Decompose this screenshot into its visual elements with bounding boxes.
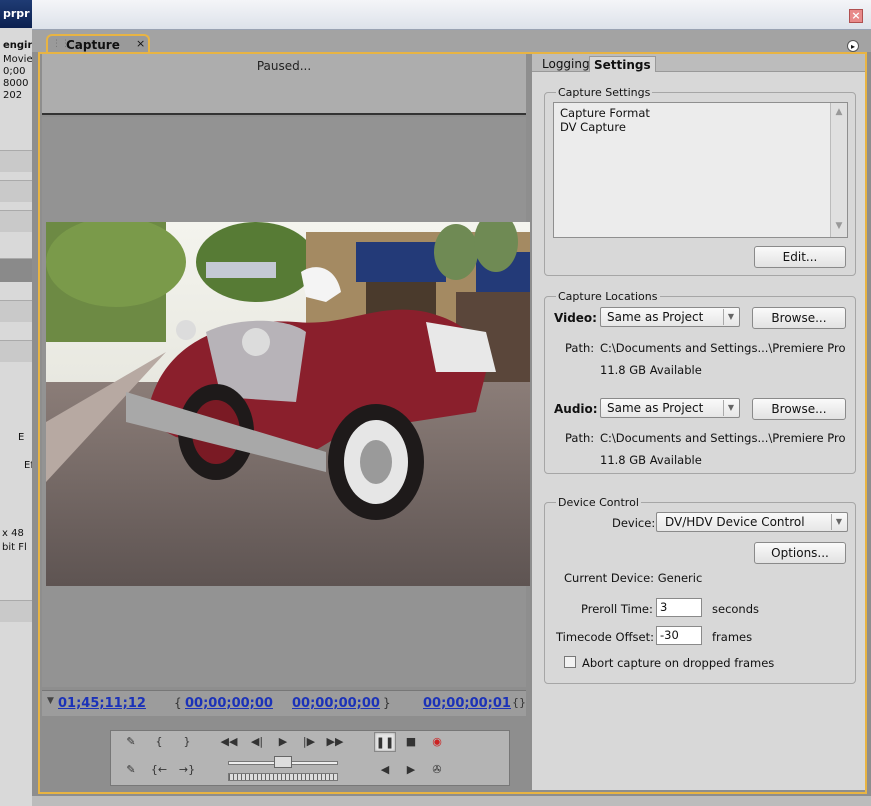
capture-locations-title: Capture Locations	[556, 290, 660, 303]
monitor-status-bar: Paused...	[42, 54, 526, 115]
pause-icon[interactable]: ❚❚	[374, 732, 396, 752]
in-point-timecode[interactable]: 00;00;00;00	[185, 696, 273, 711]
chevron-down-icon: ▼	[831, 514, 846, 530]
bg-line: 8000	[3, 78, 29, 89]
bg-line: bit Fl	[2, 542, 27, 553]
shuttle-handle[interactable]	[274, 756, 292, 768]
timecode-offset-unit: frames	[712, 630, 753, 644]
duration-icon: {}	[512, 696, 526, 709]
stop-icon[interactable]: ■	[400, 732, 422, 752]
video-browse-button[interactable]: Browse...	[752, 307, 846, 329]
audio-location-value: Same as Project	[607, 401, 704, 415]
fast-forward-icon[interactable]: ▶▶	[324, 732, 346, 752]
go-to-in-point-icon[interactable]: {←	[148, 760, 170, 780]
bg-line: 0;00	[3, 66, 26, 77]
duration-timecode[interactable]: 00;00;00;01	[423, 696, 511, 711]
audio-available: 11.8 GB Available	[600, 453, 702, 467]
tab-capture[interactable]: ⋮⋮ Capture ×	[46, 34, 150, 54]
capture-settings-summary: Capture Format DV Capture ▲ ▼	[553, 102, 848, 238]
timecode-offset-label: Timecode Offset:	[556, 630, 654, 644]
capture-format-value: DV Capture	[560, 120, 626, 134]
tab-close-icon[interactable]: ×	[136, 37, 145, 50]
scene-detect-icon[interactable]: ✇	[426, 760, 448, 780]
go-to-out-icon[interactable]: }	[176, 732, 198, 752]
collapse-arrow-icon[interactable]: ▼	[47, 696, 54, 706]
window-titlebar: ×	[32, 0, 871, 30]
panel-menu-icon[interactable]: ▸	[847, 40, 859, 52]
background-app-title: prpr	[3, 7, 30, 20]
capture-settings-title: Capture Settings	[556, 86, 653, 99]
preroll-unit: seconds	[712, 602, 760, 616]
summary-scrollbar[interactable]: ▲ ▼	[830, 103, 847, 237]
go-to-in-icon[interactable]: {	[148, 732, 170, 752]
tab-logging[interactable]: Logging	[538, 56, 594, 72]
timecode-bar: ▼ 01;45;11;12 { 00;00;00;00 00;00;00;00 …	[42, 690, 526, 716]
video-path: C:\Documents and Settings...\Premiere Pr…	[600, 341, 846, 355]
transport-controls: ✎ { } ✎ {← →} ◀◀ ◀| ▶ |▶ ▶▶ ❚❚ ■ ◉ ◀ ▶ ✇	[42, 716, 526, 790]
bg-line: 202	[3, 90, 23, 101]
tab-strip	[32, 30, 871, 52]
timecode-offset-input[interactable]: -30	[656, 626, 702, 645]
options-button[interactable]: Options...	[754, 542, 846, 564]
video-available: 11.8 GB Available	[600, 363, 702, 377]
bg-line: engir	[3, 40, 33, 51]
chevron-down-icon: ▼	[723, 309, 738, 325]
step-forward-icon[interactable]: |▶	[298, 732, 320, 752]
current-device: Current Device: Generic	[564, 571, 703, 585]
scroll-down-icon[interactable]: ▼	[831, 221, 847, 231]
record-icon[interactable]: ◉	[426, 732, 448, 752]
slow-play-icon[interactable]: ▶	[400, 760, 422, 780]
capture-window: × ⋮⋮ Capture × ▸ Paused... ▼ 01;45;11;12…	[32, 0, 871, 806]
audio-path-label: Path:	[565, 431, 595, 445]
video-location-value: Same as Project	[607, 310, 704, 324]
device-select[interactable]: DV/HDV Device Control ▼	[656, 512, 848, 532]
go-to-out-point-icon[interactable]: →}	[176, 760, 198, 780]
current-timecode[interactable]: 01;45;11;12	[58, 696, 146, 711]
audio-path: C:\Documents and Settings...\Premiere Pr…	[600, 431, 846, 445]
preroll-label: Preroll Time:	[581, 602, 653, 616]
window-close-button[interactable]: ×	[849, 9, 863, 23]
slow-reverse-icon[interactable]: ◀	[374, 760, 396, 780]
set-out-point-icon[interactable]: ✎	[120, 760, 142, 780]
capture-status: Paused...	[256, 59, 312, 73]
edit-button[interactable]: Edit...	[754, 246, 846, 268]
audio-label: Audio:	[554, 402, 598, 416]
tab-settings[interactable]: Settings	[589, 56, 656, 72]
bg-line: Movie	[3, 54, 33, 65]
video-location-select[interactable]: Same as Project ▼	[600, 307, 740, 327]
in-point-icon: {	[174, 696, 182, 710]
capture-format-label: Capture Format	[560, 106, 650, 120]
video-preview	[46, 222, 530, 586]
audio-browse-button[interactable]: Browse...	[752, 398, 846, 420]
play-icon[interactable]: ▶	[272, 732, 294, 752]
bottom-strip	[32, 796, 871, 806]
tab-capture-label: Capture	[66, 38, 120, 52]
device-value: DV/HDV Device Control	[665, 515, 805, 529]
abort-dropped-frames-checkbox[interactable]	[564, 656, 576, 668]
device-control-title: Device Control	[556, 496, 641, 509]
abort-dropped-frames-label: Abort capture on dropped frames	[582, 656, 775, 670]
bg-side-label: E	[18, 432, 25, 443]
audio-location-select[interactable]: Same as Project ▼	[600, 398, 740, 418]
scroll-up-icon[interactable]: ▲	[831, 107, 847, 117]
preroll-input[interactable]: 3	[656, 598, 702, 617]
video-label: Video:	[554, 311, 597, 325]
video-path-label: Path:	[565, 341, 595, 355]
device-label: Device:	[612, 516, 656, 530]
out-point-timecode[interactable]: 00;00;00;00	[292, 696, 380, 711]
set-in-point-icon[interactable]: ✎	[120, 732, 142, 752]
bg-line: x 48	[2, 528, 24, 539]
out-point-icon: }	[383, 696, 391, 710]
jog-wheel[interactable]	[228, 773, 338, 781]
step-back-icon[interactable]: ◀|	[246, 732, 268, 752]
chevron-down-icon: ▼	[723, 400, 738, 416]
rewind-icon[interactable]: ◀◀	[218, 732, 240, 752]
